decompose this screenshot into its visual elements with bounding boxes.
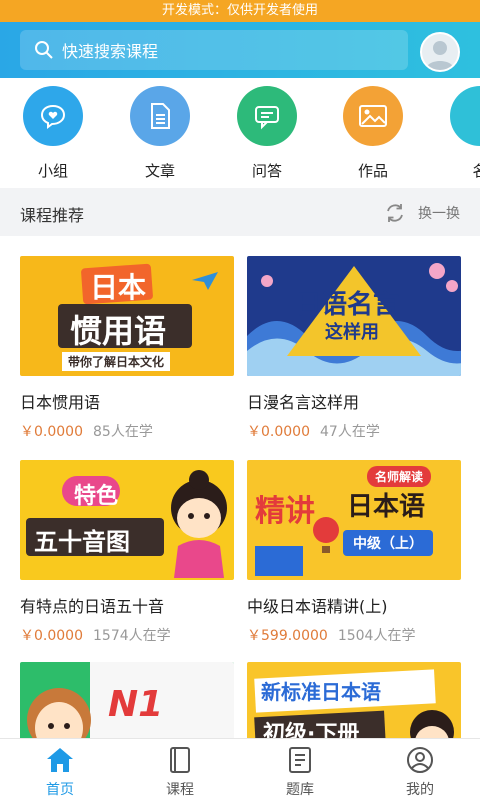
tab-label: 题库: [286, 782, 314, 798]
search-placeholder: 快速搜索课程: [62, 42, 159, 61]
course-price: ￥0.0000: [20, 424, 83, 440]
document-icon: [130, 86, 190, 146]
banner-main-text: 日本: [90, 271, 147, 304]
dev-mode-banner: 开发模式：仅供开发者使用: [0, 0, 480, 22]
course-title: 日漫名言这样用: [247, 393, 360, 412]
question-bank-icon: [260, 745, 340, 775]
banner-main-text: 精讲: [255, 494, 315, 529]
course-meta: ￥0.0000 85人在学: [20, 421, 234, 441]
search-icon: [35, 41, 53, 59]
category-label: 问答: [251, 162, 282, 180]
course-card[interactable]: 特色 五十音图 有特点的日语五十音 ￥0.0000 1574人在学: [20, 460, 234, 645]
bottom-tab-bar: 首页 课程 题库 我的: [0, 738, 480, 800]
chat-heart-icon: [23, 86, 83, 146]
course-card[interactable]: 新标准日本语 初级·下册: [247, 662, 461, 738]
course-price: ￥0.0000: [20, 628, 83, 644]
message-icon: [237, 86, 297, 146]
paper-plane-icon: [192, 272, 218, 290]
course-card[interactable]: 日语名言 这样用 日漫名言这样用 ￥0.0000 47人在学: [247, 256, 461, 441]
category-article[interactable]: 文章: [128, 86, 192, 181]
banner-level: 中级（上）: [343, 530, 433, 556]
search-input[interactable]: 快速搜索课程: [20, 30, 408, 70]
section-header: 课程推荐 换一换: [0, 188, 480, 236]
tab-label: 我的: [406, 782, 434, 798]
course-card[interactable]: N1: [20, 662, 234, 738]
category-label: 小组: [37, 162, 68, 180]
course-learners: 1504人在学: [337, 628, 416, 644]
course-banner: N1: [20, 662, 234, 738]
banner-tag: 带你了解日本文化: [62, 352, 171, 371]
tab-home[interactable]: 首页: [20, 745, 100, 799]
balloon-illustration: [313, 517, 339, 553]
category-group[interactable]: 小组: [21, 86, 85, 181]
course-learners: 85人在学: [93, 424, 153, 440]
category-label: 文章: [144, 162, 175, 180]
header: 快速搜索课程: [0, 22, 480, 78]
banner-main-text: N1: [108, 684, 164, 725]
course-meta: ￥0.0000 47人在学: [247, 421, 461, 441]
course-banner: 名师解读 精讲 日本语 中级（上）: [247, 460, 461, 580]
banner-sub-text: 初级·下册: [263, 722, 360, 738]
refresh-icon: [387, 204, 403, 222]
section-title: 课程推荐: [20, 206, 85, 225]
tab-question-bank[interactable]: 题库: [260, 745, 340, 799]
book-icon: [140, 745, 220, 775]
course-price: ￥599.0000: [247, 628, 328, 644]
course-banner: 新标准日本语 初级·下册: [247, 662, 461, 738]
girl-illustration: [171, 470, 227, 578]
category-works[interactable]: 作品: [341, 86, 405, 181]
banner-main-text: 新标准日本语: [261, 680, 381, 704]
home-icon: [20, 745, 100, 775]
course-banner: 特色 五十音图: [20, 460, 234, 580]
category-partial[interactable]: 名: [448, 86, 480, 181]
refresh-button[interactable]: 换一换: [384, 202, 460, 224]
category-qa[interactable]: 问答: [235, 86, 299, 181]
banner-sub-text: 日本语: [347, 492, 426, 522]
banner-sub-text: 这样用: [325, 322, 379, 343]
banner-tag: 名师解读: [367, 466, 432, 487]
tab-profile[interactable]: 我的: [380, 745, 460, 799]
refresh-label: 换一换: [418, 206, 460, 222]
banner-sub-text: 五十音图: [34, 528, 130, 556]
course-card[interactable]: 名师解读 精讲 日本语 中级（上） 中级日本语精讲(上) ￥599.0000 15…: [247, 460, 461, 645]
course-learners: 1574人在学: [93, 628, 171, 644]
avatar[interactable]: [420, 32, 460, 72]
avatar-icon: [426, 41, 454, 70]
course-meta: ￥599.0000 1504人在学: [247, 625, 461, 645]
course-title: 有特点的日语五十音: [20, 597, 165, 616]
course-price: ￥0.0000: [247, 424, 310, 440]
woman-illustration: [27, 688, 91, 738]
course-learners: 47人在学: [320, 424, 380, 440]
course-banner: 日语名言 这样用: [247, 256, 461, 376]
tab-courses[interactable]: 课程: [140, 745, 220, 799]
banner-main-text: 日语名言: [295, 290, 400, 320]
category-label: 作品: [357, 162, 388, 180]
course-card[interactable]: 日本 惯用语 带你了解日本文化 日本惯用语 ￥0.0000 85人在学: [20, 256, 234, 441]
tab-label: 首页: [46, 782, 74, 798]
partial-icon: [450, 86, 480, 146]
category-label: 名: [472, 162, 480, 180]
banner-main-text: 特色: [74, 484, 119, 509]
tab-label: 课程: [166, 782, 194, 798]
course-meta: ￥0.0000 1574人在学: [20, 625, 234, 645]
girl-illustration: [410, 710, 454, 738]
course-grid: 日本 惯用语 带你了解日本文化 日本惯用语 ￥0.0000 85人在学 日语名言 …: [0, 236, 480, 738]
category-bar: 小组 文章 问答 作品 名: [0, 78, 480, 188]
profile-icon: [380, 745, 460, 775]
course-banner: 日本 惯用语 带你了解日本文化: [20, 256, 234, 376]
image-icon: [343, 86, 403, 146]
course-title: 日本惯用语: [20, 393, 101, 412]
banner-sub-text: 惯用语: [70, 312, 167, 350]
course-title: 中级日本语精讲(上): [247, 597, 388, 616]
